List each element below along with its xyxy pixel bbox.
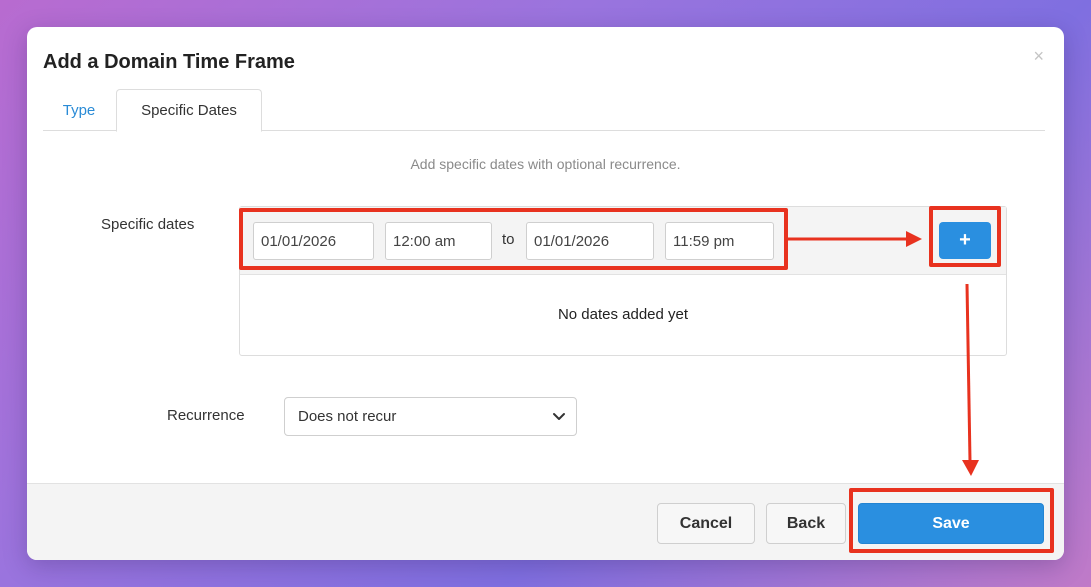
back-button[interactable]: Back: [766, 503, 846, 544]
tab-bar: Type Specific Dates: [43, 89, 1045, 132]
end-date-input[interactable]: 01/01/2026: [526, 222, 654, 260]
add-time-frame-dialog: Add a Domain Time Frame × Type Specific …: [27, 27, 1064, 560]
recurrence-select[interactable]: Does not recur: [284, 397, 577, 436]
tab-type[interactable]: Type: [43, 89, 115, 131]
close-icon[interactable]: ×: [1033, 47, 1044, 65]
dialog-title: Add a Domain Time Frame: [43, 51, 295, 73]
recurrence-value: Does not recur: [298, 408, 397, 425]
start-time-input[interactable]: 12:00 am: [385, 222, 492, 260]
cancel-button[interactable]: Cancel: [657, 503, 755, 544]
dialog-footer: Cancel Back Save: [27, 483, 1064, 560]
end-time-input[interactable]: 11:59 pm: [665, 222, 774, 260]
specific-dates-label: Specific dates: [101, 216, 195, 233]
tab-specific-dates[interactable]: Specific Dates: [116, 89, 262, 132]
chevron-down-icon: [553, 413, 565, 420]
specific-dates-panel: 01/01/2026 12:00 am to 01/01/2026 11:59 …: [239, 206, 1007, 356]
recurrence-label: Recurrence: [167, 407, 245, 424]
plus-icon: +: [959, 229, 971, 251]
date-range-row: 01/01/2026 12:00 am to 01/01/2026 11:59 …: [240, 207, 1006, 275]
start-date-input[interactable]: 01/01/2026: [253, 222, 374, 260]
save-button[interactable]: Save: [858, 503, 1044, 544]
empty-dates-message: No dates added yet: [557, 306, 689, 323]
add-date-button[interactable]: +: [939, 222, 991, 259]
tab-description: Add specific dates with optional recurre…: [410, 156, 681, 172]
range-separator: to: [502, 231, 515, 248]
